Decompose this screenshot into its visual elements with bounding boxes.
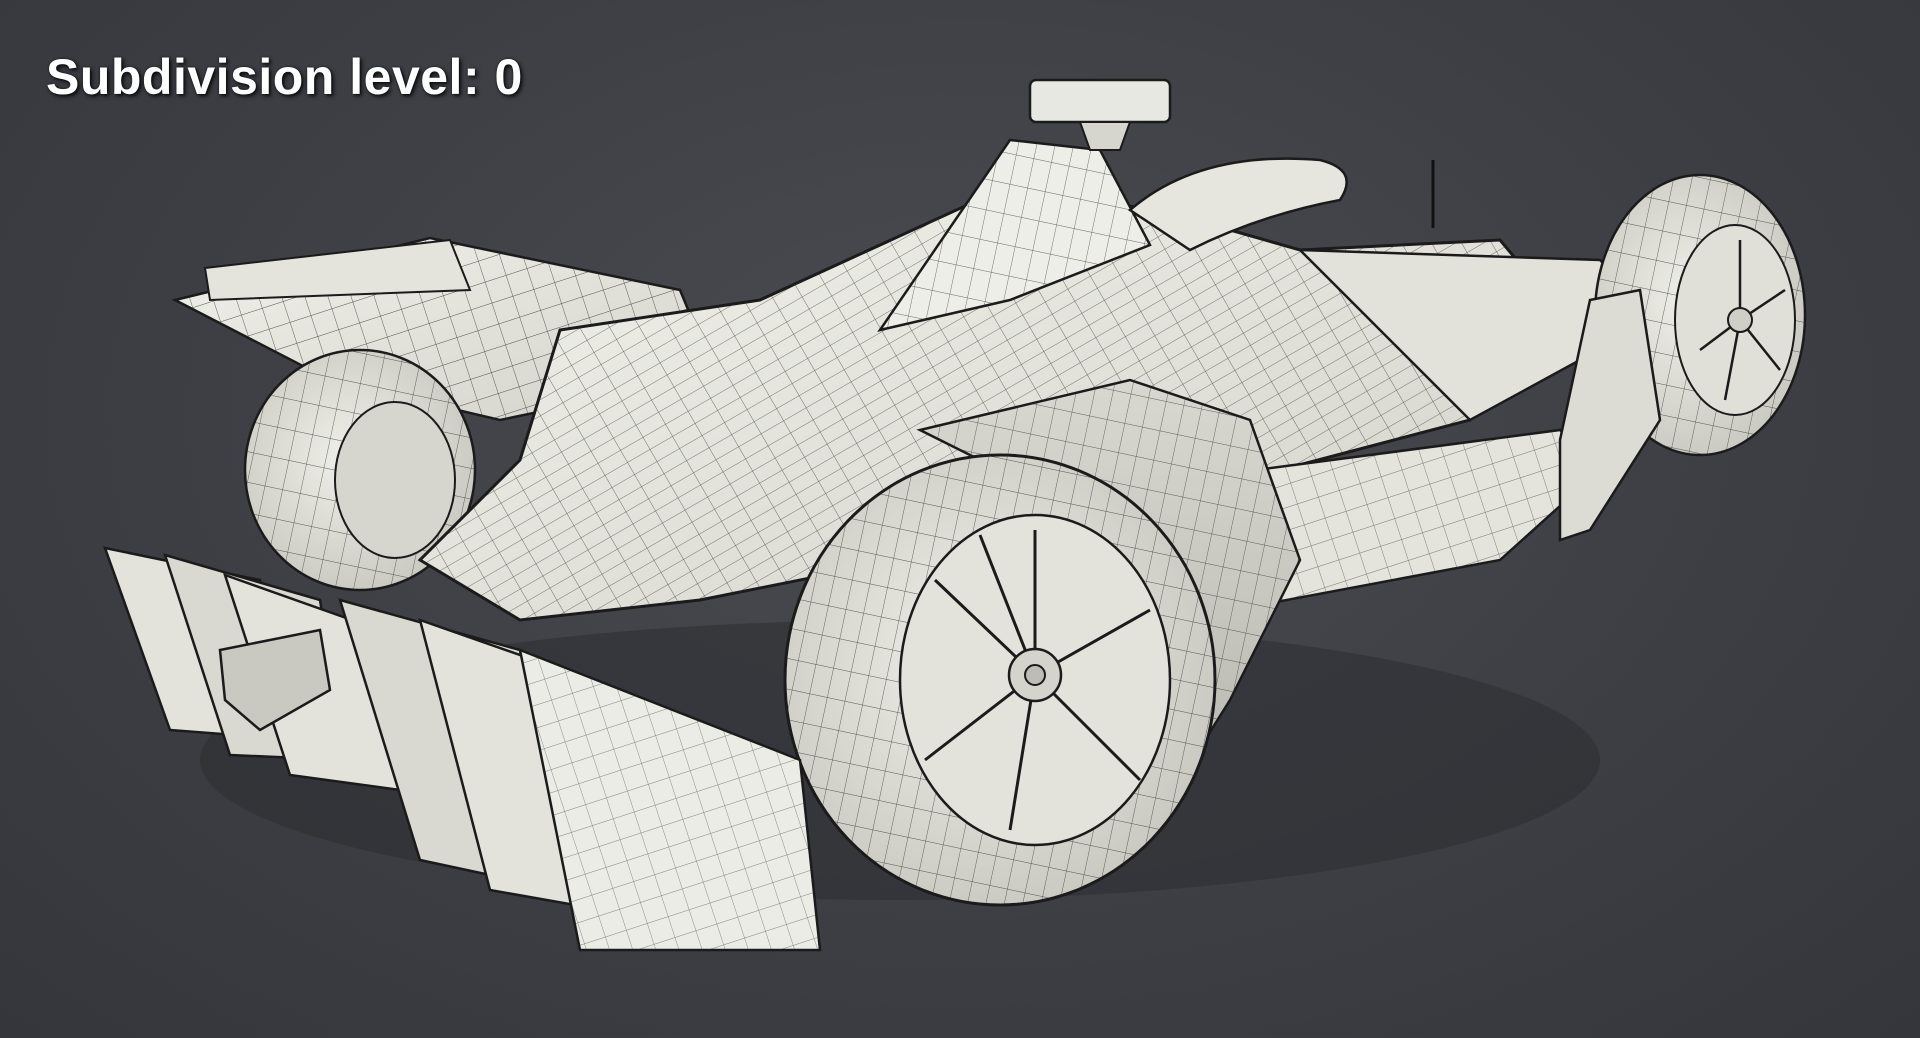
render-viewport: Subdivision level: 0: [0, 0, 1920, 1038]
rear-right-tyre: [783, 453, 1217, 907]
car-wireframe-render: [103, 78, 1807, 952]
front-tyre: [1558, 173, 1807, 542]
subdivision-level-label: Subdivision level: 0: [46, 49, 523, 105]
